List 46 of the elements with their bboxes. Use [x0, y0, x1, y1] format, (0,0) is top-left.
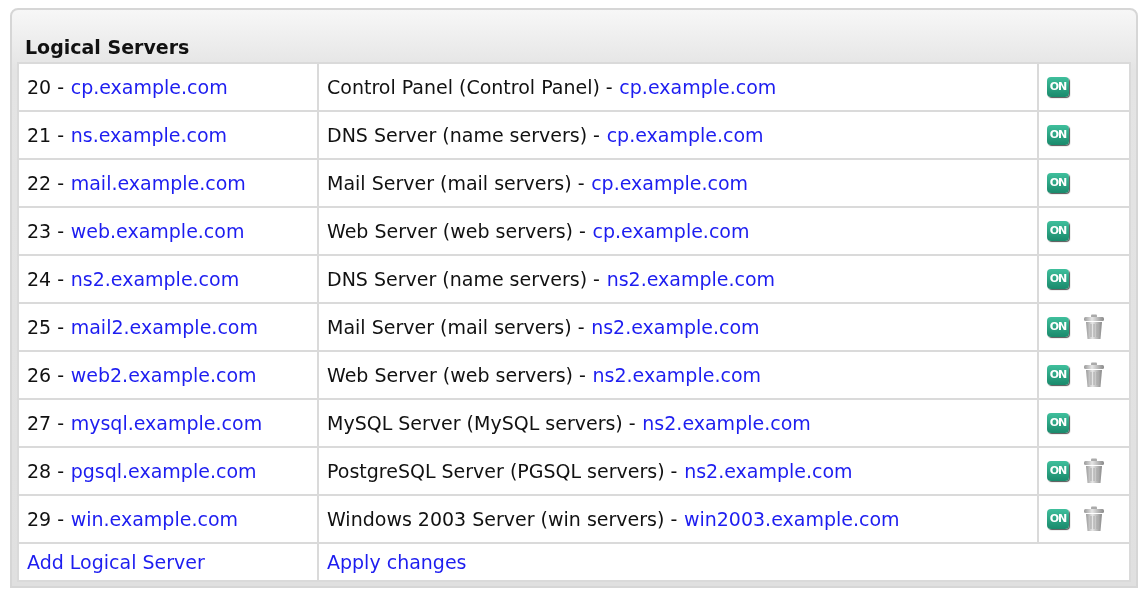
- host-link[interactable]: win.example.com: [70, 508, 239, 530]
- server-number: 27 -: [27, 412, 65, 434]
- server-number: 24 -: [27, 268, 65, 290]
- host-link[interactable]: win2003.example.com: [683, 508, 900, 530]
- host-link[interactable]: ns.example.com: [70, 124, 228, 146]
- trash-icon[interactable]: [1083, 506, 1105, 532]
- server-number: 23 -: [27, 220, 65, 242]
- host-link[interactable]: cp.example.com: [591, 172, 749, 194]
- server-description: Web Server (web servers) -: [327, 220, 586, 242]
- apply-changes-link[interactable]: Apply changes: [327, 551, 467, 573]
- host-link[interactable]: ns2.example.com: [642, 412, 811, 434]
- host-link[interactable]: mail.example.com: [70, 172, 246, 194]
- server-description: Mail Server (mail servers) -: [327, 172, 585, 194]
- server-number: 22 -: [27, 172, 65, 194]
- server-number: 28 -: [27, 460, 65, 482]
- host-link[interactable]: cp.example.com: [70, 76, 228, 98]
- trash-icon[interactable]: [1083, 314, 1105, 340]
- server-description: Control Panel (Control Panel) -: [327, 76, 613, 98]
- host-link[interactable]: web2.example.com: [70, 364, 257, 386]
- host-link[interactable]: ns2.example.com: [70, 268, 240, 290]
- server-number: 21 -: [27, 124, 65, 146]
- server-number: 26 -: [27, 364, 65, 386]
- host-link[interactable]: pgsql.example.com: [70, 460, 257, 482]
- host-link[interactable]: ns2.example.com: [592, 364, 761, 386]
- server-number: 20 -: [27, 76, 65, 98]
- trash-icon[interactable]: [1083, 458, 1105, 484]
- host-link[interactable]: cp.example.com: [592, 220, 750, 242]
- server-description: Windows 2003 Server (win servers) -: [327, 508, 678, 530]
- server-number: 25 -: [27, 316, 65, 338]
- server-description: MySQL Server (MySQL servers) -: [327, 412, 636, 434]
- server-description: Mail Server (mail servers) -: [327, 316, 585, 338]
- host-link[interactable]: ns2.example.com: [591, 316, 760, 338]
- server-description: Web Server (web servers) -: [327, 364, 586, 386]
- server-description: PostgreSQL Server (PGSQL servers) -: [327, 460, 678, 482]
- host-link[interactable]: ns2.example.com: [606, 268, 776, 290]
- host-link[interactable]: mail2.example.com: [70, 316, 258, 338]
- server-number: 29 -: [27, 508, 65, 530]
- host-link[interactable]: cp.example.com: [606, 124, 764, 146]
- host-link[interactable]: mysql.example.com: [70, 412, 263, 434]
- host-link[interactable]: web.example.com: [70, 220, 245, 242]
- panel-title: Logical Servers: [24, 35, 191, 60]
- host-link[interactable]: cp.example.com: [619, 76, 777, 98]
- server-description: DNS Server (name servers) -: [327, 124, 600, 146]
- trash-icon[interactable]: [1083, 362, 1105, 388]
- server-description: DNS Server (name servers) -: [327, 268, 600, 290]
- host-link[interactable]: ns2.example.com: [684, 460, 853, 482]
